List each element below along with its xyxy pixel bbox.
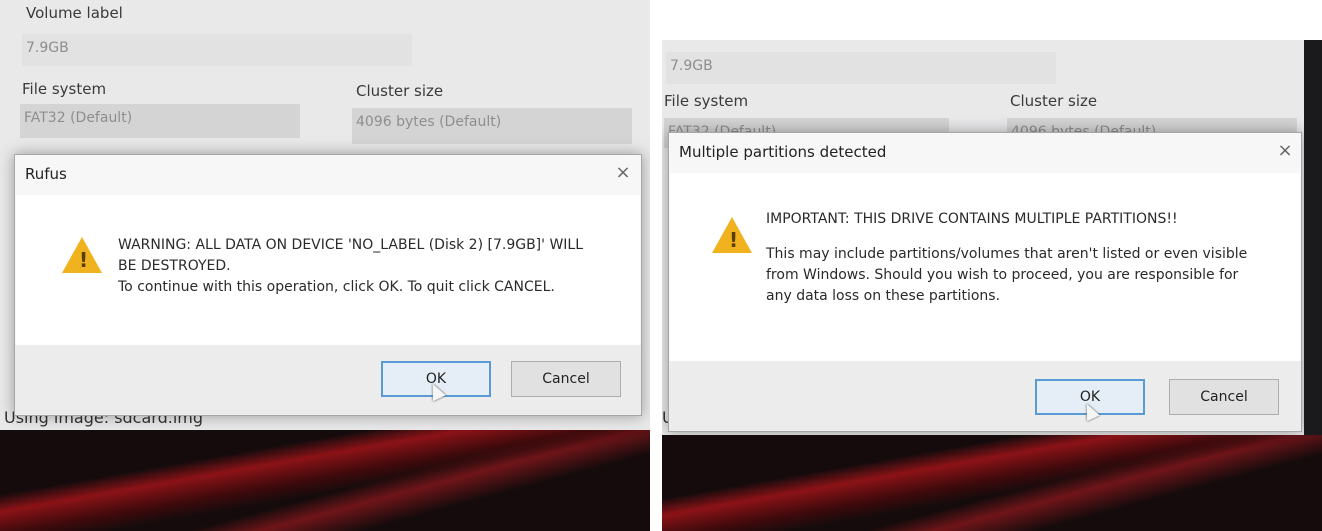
dialog-footer: OK Cancel (669, 361, 1301, 431)
cluster-size-select[interactable]: 4096 bytes (Default) (352, 108, 632, 144)
detail-line-3: any data loss on these partitions. (766, 288, 1001, 304)
dialog-title: Rufus (25, 165, 67, 183)
cluster-size-caption: Cluster size (356, 82, 444, 100)
file-system-caption: File system (664, 92, 749, 110)
multiple-partitions-dialog: Multiple partitions detected × ! IMPORTA… (668, 132, 1302, 432)
important-message: IMPORTANT: THIS DRIVE CONTAINS MULTIPLE … (766, 209, 1247, 307)
detail-line-2: from Windows. Should you wish to proceed… (766, 267, 1239, 283)
close-icon[interactable]: × (1275, 141, 1295, 161)
important-line: IMPORTANT: THIS DRIVE CONTAINS MULTIPLE … (766, 211, 1178, 227)
volume-label-field[interactable]: 7.9GB (22, 34, 412, 66)
cluster-size-caption: Cluster size (1010, 92, 1098, 110)
cancel-button[interactable]: Cancel (511, 361, 621, 397)
right-screenshot: 7.9GB File system FAT32 (Default) Cluste… (662, 40, 1322, 531)
close-icon[interactable]: × (613, 163, 633, 183)
cancel-button[interactable]: Cancel (1169, 379, 1279, 415)
left-screenshot: Volume label 7.9GB File system FAT32 (De… (0, 0, 650, 531)
file-system-value: FAT32 (Default) (24, 110, 133, 126)
instruction-text: To continue with this operation, click O… (118, 279, 555, 295)
file-system-select[interactable]: FAT32 (Default) (20, 104, 300, 138)
dialog-body: ! WARNING: ALL DATA ON DEVICE 'NO_LABEL … (16, 195, 640, 345)
rufus-warning-dialog: Rufus × ! WARNING: ALL DATA ON DEVICE 'N… (14, 154, 642, 416)
warning-icon: ! (712, 217, 752, 253)
cluster-size-value: 4096 bytes (Default) (356, 114, 502, 130)
warning-line-2: BE DESTROYED. (118, 258, 231, 274)
dialog-body: ! IMPORTANT: THIS DRIVE CONTAINS MULTIPL… (670, 173, 1300, 361)
volume-field[interactable]: 7.9GB (666, 52, 1056, 84)
volume-label-caption: Volume label (26, 4, 123, 22)
dialog-footer: OK Cancel (15, 345, 641, 415)
detail-line-1: This may include partitions/volumes that… (766, 246, 1248, 262)
desk-background (662, 435, 1322, 531)
volume-label-value: 7.9GB (26, 40, 69, 56)
desk-background (0, 430, 650, 531)
warning-icon: ! (62, 237, 102, 273)
warning-message: WARNING: ALL DATA ON DEVICE 'NO_LABEL (D… (118, 235, 583, 298)
warning-line-1: WARNING: ALL DATA ON DEVICE 'NO_LABEL (D… (118, 237, 584, 253)
file-system-caption: File system (22, 80, 107, 98)
volume-value: 7.9GB (670, 58, 713, 74)
dialog-title: Multiple partitions detected (679, 143, 887, 161)
